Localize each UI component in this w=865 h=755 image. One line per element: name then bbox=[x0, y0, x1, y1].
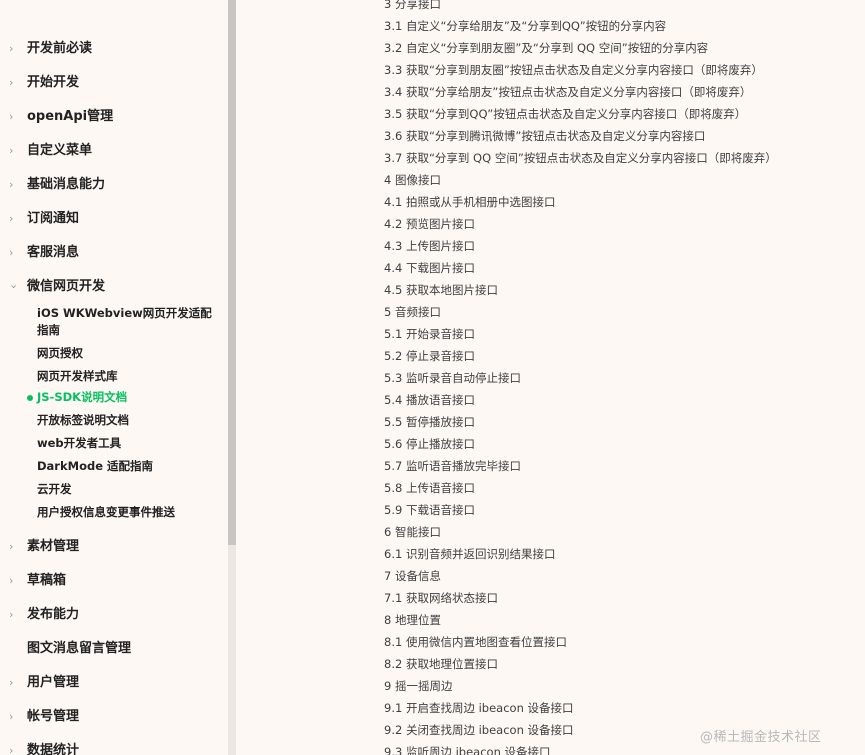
sidebar-group-item[interactable]: ⌄ 微信网页开发 bbox=[0, 276, 228, 298]
toc-link[interactable]: 8.2 获取地理位置接口 bbox=[384, 656, 498, 672]
sidebar-group-item[interactable]: 图文消息留言管理 bbox=[0, 638, 228, 660]
chevron-right-icon: › bbox=[9, 710, 14, 723]
sidebar-group-item[interactable]: › 开始开发 bbox=[0, 72, 228, 94]
toc-link[interactable]: 5.7 监听语音播放完毕接口 bbox=[384, 458, 521, 474]
sidebar-group-label: 帐号管理 bbox=[27, 709, 80, 724]
chevron-right-icon: › bbox=[9, 178, 14, 191]
sidebar-sub-item[interactable]: 用户授权信息变更事件推送 bbox=[37, 504, 217, 521]
sidebar-group-label: 开始开发 bbox=[27, 75, 80, 90]
sidebar-sub-item[interactable]: 网页授权 bbox=[37, 345, 217, 362]
toc-link[interactable]: 6.1 识别音频并返回识别结果接口 bbox=[384, 546, 555, 562]
sidebar-group-label: 开发前必读 bbox=[27, 41, 93, 56]
chevron-right-icon: › bbox=[9, 540, 14, 553]
sidebar-group-item[interactable]: › 自定义菜单 bbox=[0, 140, 228, 162]
sidebar-group-item[interactable]: › 用户管理 bbox=[0, 672, 228, 694]
toc-link[interactable]: 4.3 上传图片接口 bbox=[384, 238, 475, 254]
toc-link[interactable]: 8.1 使用微信内置地图查看位置接口 bbox=[384, 634, 567, 650]
sidebar-sub-item[interactable]: 开放标签说明文档 bbox=[37, 412, 217, 429]
toc-link[interactable]: 5.5 暂停播放接口 bbox=[384, 414, 475, 430]
sidebar-group-item[interactable]: › 基础消息能力 bbox=[0, 174, 228, 196]
sidebar-group-label: 草稿箱 bbox=[27, 573, 67, 588]
toc-link[interactable]: 3.6 获取“分享到腾讯微博”按钮点击状态及自定义分享内容接口 bbox=[384, 128, 705, 144]
chevron-right-icon: › bbox=[9, 574, 14, 587]
toc-link[interactable]: 3.3 获取“分享到朋友圈”按钮点击状态及自定义分享内容接口（即将废弃） bbox=[384, 62, 763, 78]
sidebar-sub-item-active[interactable]: JS-SDK说明文档 bbox=[37, 389, 217, 406]
chevron-right-icon: › bbox=[9, 676, 14, 689]
toc-link[interactable]: 5.2 停止录音接口 bbox=[384, 348, 475, 364]
toc-link[interactable]: 4.2 预览图片接口 bbox=[384, 216, 475, 232]
sidebar-sub-item[interactable]: DarkMode 适配指南 bbox=[37, 458, 217, 475]
sidebar-group-item[interactable]: › 数据统计 bbox=[0, 740, 228, 755]
chevron-right-icon: › bbox=[9, 144, 14, 157]
chevron-right-icon: › bbox=[9, 76, 14, 89]
toc-link[interactable]: 7 设备信息 bbox=[384, 568, 441, 584]
toc-link[interactable]: 3.5 获取“分享到QQ”按钮点击状态及自定义分享内容接口（即将废弃） bbox=[384, 106, 746, 122]
sidebar-sub-item[interactable]: web开发者工具 bbox=[37, 435, 217, 452]
sidebar-group-label: 微信网页开发 bbox=[27, 279, 106, 294]
toc-link[interactable]: 5.1 开始录音接口 bbox=[384, 326, 475, 342]
sidebar-group-label: 用户管理 bbox=[27, 675, 80, 690]
chevron-right-icon: › bbox=[9, 246, 14, 259]
toc-link[interactable]: 8 地理位置 bbox=[384, 612, 441, 628]
toc-link[interactable]: 5.9 下载语音接口 bbox=[384, 502, 475, 518]
chevron-right-icon: › bbox=[9, 42, 14, 55]
toc-link[interactable]: 9 摇一摇周边 bbox=[384, 678, 452, 694]
sidebar-group-item[interactable]: › 草稿箱 bbox=[0, 570, 228, 592]
toc-link[interactable]: 3.1 自定义“分享给朋友”及“分享到QQ”按钮的分享内容 bbox=[384, 18, 666, 34]
toc-link[interactable]: 5.8 上传语音接口 bbox=[384, 480, 475, 496]
sidebar-sub-item[interactable]: iOS WKWebview网页开发适配指南 bbox=[37, 305, 217, 339]
sidebar-group-label: openApi管理 bbox=[27, 109, 114, 124]
sidebar-group-label: 图文消息留言管理 bbox=[27, 641, 132, 656]
sidebar-group-label: 自定义菜单 bbox=[27, 143, 93, 158]
toc-link[interactable]: 5 音频接口 bbox=[384, 304, 441, 320]
sidebar-group-label: 素材管理 bbox=[27, 539, 80, 554]
sidebar-group-label: 发布能力 bbox=[27, 607, 80, 622]
toc-link[interactable]: 9.1 开启查找周边 ibeacon 设备接口 bbox=[384, 700, 574, 716]
sidebar-group-item[interactable]: › 发布能力 bbox=[0, 604, 228, 626]
toc-link[interactable]: 3 分享接口 bbox=[384, 0, 441, 12]
toc-link[interactable]: 4 图像接口 bbox=[384, 172, 441, 188]
sidebar-group-label: 数据统计 bbox=[27, 743, 80, 755]
toc-content: 3 分享接口 3.1 自定义“分享给朋友”及“分享到QQ”按钮的分享内容 3.2 自… bbox=[236, 0, 865, 755]
toc-link[interactable]: 4.5 获取本地图片接口 bbox=[384, 282, 498, 298]
sidebar-sub-item[interactable]: 云开发 bbox=[37, 481, 217, 498]
chevron-right-icon: › bbox=[9, 608, 14, 621]
toc-link[interactable]: 3.7 获取“分享到 QQ 空间”按钮点击状态及自定义分享内容接口（即将废弃） bbox=[384, 150, 777, 166]
chevron-right-icon: › bbox=[9, 744, 14, 755]
active-bullet-icon bbox=[27, 395, 33, 401]
sidebar-group-item[interactable]: › 素材管理 bbox=[0, 536, 228, 558]
toc-link[interactable]: 3.4 获取“分享给朋友”按钮点击状态及自定义分享内容接口（即将废弃） bbox=[384, 84, 751, 100]
sidebar-group-item[interactable]: › 订阅通知 bbox=[0, 208, 228, 230]
chevron-down-icon: ⌄ bbox=[9, 278, 19, 291]
chevron-right-icon: › bbox=[9, 110, 14, 123]
sidebar-scrollbar[interactable] bbox=[228, 0, 236, 755]
toc-link[interactable]: 4.4 下载图片接口 bbox=[384, 260, 475, 276]
sidebar-scrollbar-thumb[interactable] bbox=[228, 0, 236, 545]
toc-link[interactable]: 6 智能接口 bbox=[384, 524, 441, 540]
watermark-text: @稀土掘金技术社区 bbox=[700, 730, 822, 745]
toc-link[interactable]: 7.1 获取网络状态接口 bbox=[384, 590, 498, 606]
toc-link[interactable]: 5.6 停止播放接口 bbox=[384, 436, 475, 452]
toc-link[interactable]: 9.3 监听周边 ibeacon 设备接口 bbox=[384, 744, 551, 755]
chevron-right-icon: › bbox=[9, 212, 14, 225]
sidebar-nav: › 开发前必读 › 开始开发 › openApi管理 › 自定义菜单 › 基础消息能力 › 订阅通知 ›… bbox=[0, 0, 228, 755]
sidebar-group-item[interactable]: › openApi管理 bbox=[0, 106, 228, 128]
sidebar-group-item[interactable]: › 帐号管理 bbox=[0, 706, 228, 728]
sidebar-group-item[interactable]: › 开发前必读 bbox=[0, 38, 228, 60]
sidebar-group-label: 客服消息 bbox=[27, 245, 80, 260]
toc-link[interactable]: 5.3 监听录音自动停止接口 bbox=[384, 370, 521, 386]
toc-link[interactable]: 4.1 拍照或从手机相册中选图接口 bbox=[384, 194, 555, 210]
sidebar-group-label: 订阅通知 bbox=[27, 211, 80, 226]
toc-link[interactable]: 9.2 关闭查找周边 ibeacon 设备接口 bbox=[384, 722, 574, 738]
toc-link[interactable]: 3.2 自定义“分享到朋友圈”及“分享到 QQ 空间”按钮的分享内容 bbox=[384, 40, 708, 56]
sidebar-sub-item[interactable]: 网页开发样式库 bbox=[37, 368, 217, 385]
sidebar-group-item[interactable]: › 客服消息 bbox=[0, 242, 228, 264]
toc-link[interactable]: 5.4 播放语音接口 bbox=[384, 392, 475, 408]
sidebar-group-label: 基础消息能力 bbox=[27, 177, 106, 192]
